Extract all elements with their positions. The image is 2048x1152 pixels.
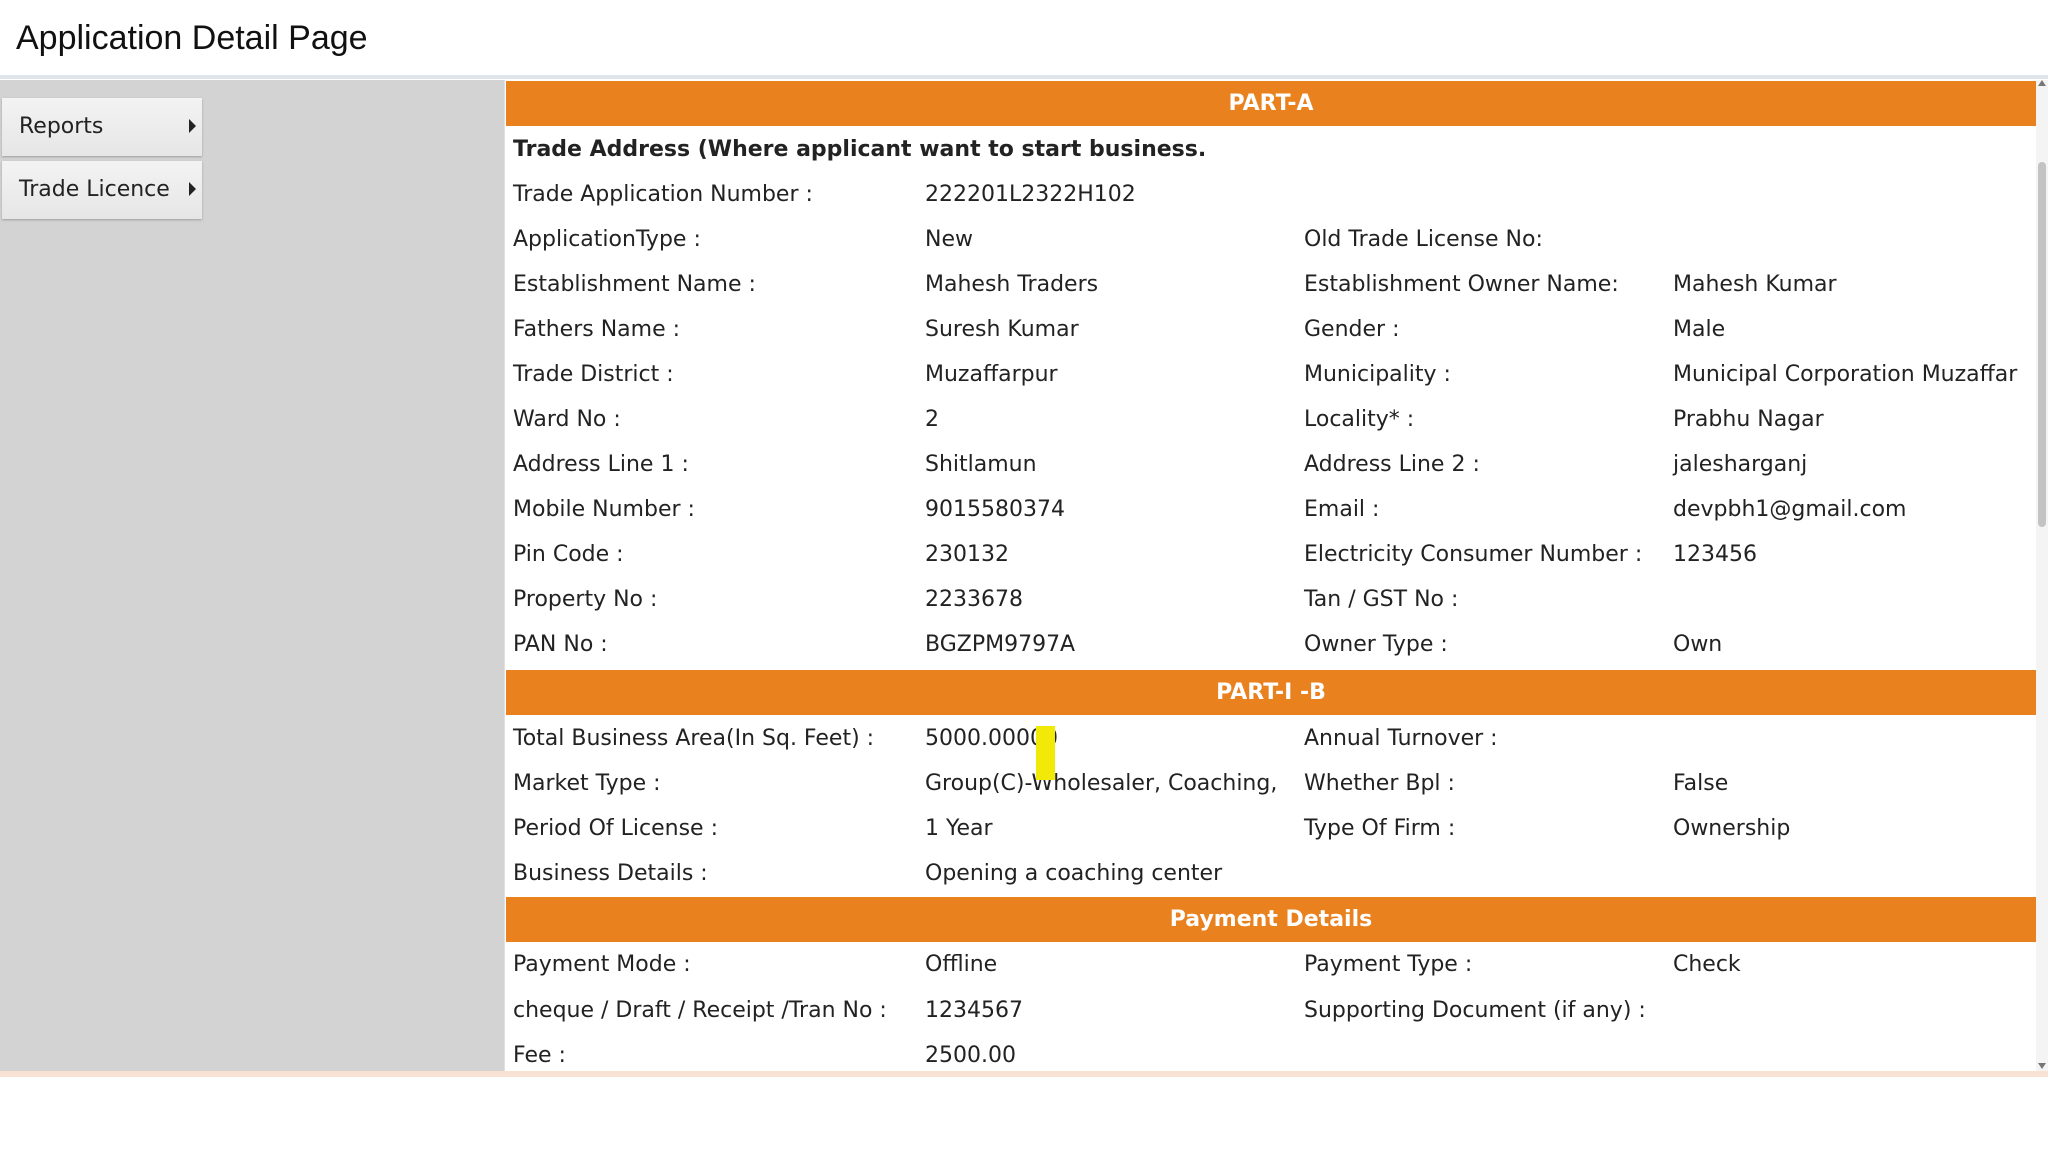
field-label: Owner Type :	[1304, 632, 1448, 657]
field-label: Electricity Consumer Number :	[1304, 542, 1643, 567]
cursor-highlight	[1036, 726, 1055, 780]
field-label: Mobile Number :	[513, 497, 695, 522]
field-value: 222201L2322H102	[925, 182, 1136, 207]
field-value: Shitlamun	[925, 452, 1037, 477]
field-value: BGZPM9797A	[925, 632, 1076, 657]
field-label: Tan / GST No :	[1304, 587, 1459, 612]
caret-right-icon	[189, 182, 196, 196]
detail-row: Payment Mode : Offline Payment Type : Ch…	[505, 942, 2035, 987]
field-label: Locality* :	[1304, 407, 1415, 432]
sidebar-item-reports[interactable]: Reports	[2, 98, 202, 156]
field-label: Address Line 2 :	[1304, 452, 1480, 477]
field-label: cheque / Draft / Receipt /Tran No :	[513, 998, 887, 1023]
field-label: Trade Application Number :	[513, 182, 813, 207]
field-label: Market Type :	[513, 771, 661, 796]
payment-details-header: Payment Details	[506, 897, 2036, 942]
title-divider	[0, 75, 2048, 79]
detail-row: Ward No : 2 Locality* : Prabhu Nagar	[505, 397, 2035, 442]
field-value: Offline	[925, 952, 998, 977]
field-value: 2233678	[925, 587, 1023, 612]
detail-row: Fathers Name : Suresh Kumar Gender : Mal…	[505, 307, 2035, 352]
field-label: Fathers Name :	[513, 317, 681, 342]
scroll-down-icon[interactable]	[2038, 1063, 2046, 1069]
field-value: Suresh Kumar	[925, 317, 1079, 342]
detail-row: Period Of License : 1 Year Type Of Firm …	[505, 806, 2035, 851]
field-value: Male	[1673, 317, 1726, 342]
detail-row: ApplicationType : New Old Trade License …	[505, 217, 2035, 262]
field-label: Municipality :	[1304, 362, 1451, 387]
field-value: Mahesh Traders	[925, 272, 1099, 297]
page-title: Application Detail Page	[16, 19, 368, 57]
sidebar-item-label: Reports	[19, 114, 104, 139]
trade-address-heading: Trade Address (Where applicant want to s…	[513, 137, 1207, 162]
scroll-up-icon[interactable]	[2038, 80, 2046, 86]
field-label: Type Of Firm :	[1304, 816, 1456, 841]
detail-row: Trade District : Muzaffarpur Municipalit…	[505, 352, 2035, 397]
field-value: 2	[925, 407, 939, 432]
sidebar-item-label: Trade Licence	[19, 177, 170, 202]
field-value: Muzaffarpur	[925, 362, 1058, 387]
detail-row: Establishment Name : Mahesh Traders Esta…	[505, 262, 2035, 307]
field-value: Municipal Corporation Muzaffar	[1673, 362, 2018, 387]
field-label: Total Business Area(In Sq. Feet) :	[513, 726, 875, 751]
detail-row: cheque / Draft / Receipt /Tran No : 1234…	[505, 988, 2035, 1033]
vertical-scrollbar[interactable]	[2036, 80, 2048, 1071]
field-value: jalesharganj	[1673, 452, 1808, 477]
field-value: New	[925, 227, 973, 252]
sidebar: Reports Trade Licence	[0, 80, 504, 1071]
field-value: Check	[1673, 952, 1741, 977]
field-value: 1 Year	[925, 816, 993, 841]
detail-row: Market Type : Group(C)-Wholesaler, Coach…	[505, 761, 2035, 806]
caret-right-icon	[189, 119, 196, 133]
trade-address-heading-row: Trade Address (Where applicant want to s…	[505, 127, 2035, 172]
detail-row: Address Line 1 : Shitlamun Address Line …	[505, 442, 2035, 487]
field-label: Payment Mode :	[513, 952, 691, 977]
bottom-divider	[0, 1071, 2048, 1077]
field-label: Trade District :	[513, 362, 674, 387]
field-label: Establishment Name :	[513, 272, 756, 297]
field-value: Ownership	[1673, 816, 1791, 841]
detail-row: Total Business Area(In Sq. Feet) : 5000.…	[505, 716, 2035, 761]
part-a-header: PART-A	[506, 81, 2036, 126]
field-label: PAN No :	[513, 632, 608, 657]
field-value: devpbh1@gmail.com	[1673, 497, 1907, 522]
field-label: Establishment Owner Name:	[1304, 272, 1619, 297]
field-label: Whether Bpl :	[1304, 771, 1455, 796]
field-label: Address Line 1 :	[513, 452, 689, 477]
field-value: Group(C)-Wholesaler, Coaching,	[925, 771, 1278, 796]
detail-row: Property No : 2233678 Tan / GST No :	[505, 577, 2035, 622]
field-value: 123456	[1673, 542, 1757, 567]
detail-row: Pin Code : 230132 Electricity Consumer N…	[505, 532, 2035, 577]
detail-row: Trade Application Number : 222201L2322H1…	[505, 172, 2035, 217]
field-value: False	[1673, 771, 1729, 796]
sidebar-item-trade-licence[interactable]: Trade Licence	[2, 161, 202, 219]
field-value: Own	[1673, 632, 1723, 657]
field-value: 230132	[925, 542, 1009, 567]
detail-row: Mobile Number : 9015580374 Email : devpb…	[505, 487, 2035, 532]
field-value: Prabhu Nagar	[1673, 407, 1824, 432]
detail-row: PAN No : BGZPM9797A Owner Type : Own	[505, 622, 2035, 667]
detail-row: Business Details : Opening a coaching ce…	[505, 851, 2035, 896]
field-label: Property No :	[513, 587, 658, 612]
field-value: Opening a coaching center	[925, 861, 1223, 886]
field-value: 9015580374	[925, 497, 1065, 522]
field-value: Mahesh Kumar	[1673, 272, 1837, 297]
field-label: Pin Code :	[513, 542, 624, 567]
field-label: Payment Type :	[1304, 952, 1473, 977]
field-label: Gender :	[1304, 317, 1400, 342]
field-value: 1234567	[925, 998, 1023, 1023]
field-label: Ward No :	[513, 407, 621, 432]
scrollbar-thumb[interactable]	[2038, 162, 2046, 527]
field-label: Email :	[1304, 497, 1380, 522]
field-label: ApplicationType :	[513, 227, 701, 252]
field-label: Old Trade License No:	[1304, 227, 1543, 252]
field-label: Business Details :	[513, 861, 708, 886]
field-label: Supporting Document (if any) :	[1304, 998, 1646, 1023]
field-label: Period Of License :	[513, 816, 718, 841]
part-b-header: PART-I -B	[506, 670, 2036, 715]
application-detail-panel: PART-A Trade Address (Where applicant wa…	[504, 80, 2037, 1071]
field-label: Annual Turnover :	[1304, 726, 1498, 751]
